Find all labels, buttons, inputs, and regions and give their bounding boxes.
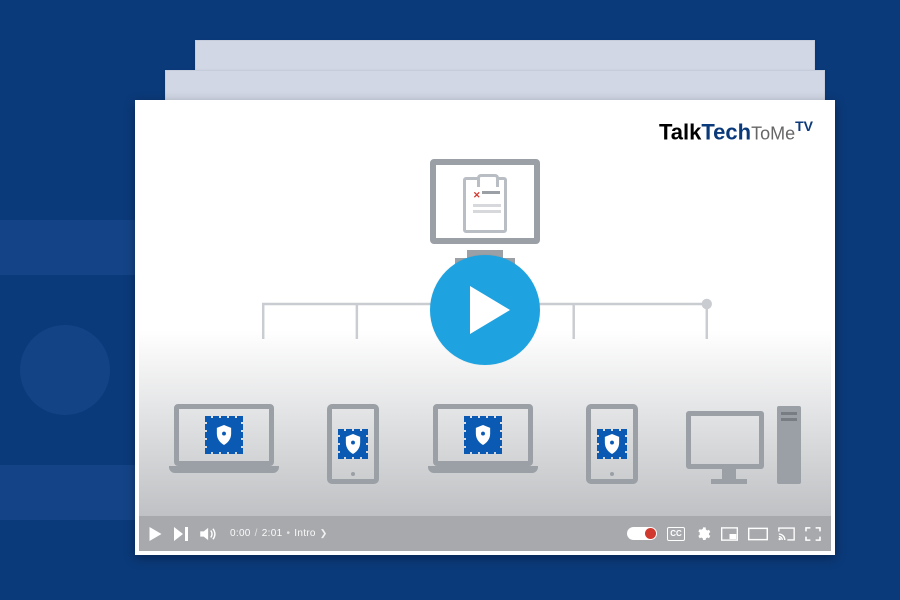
theater-button[interactable] — [748, 527, 768, 541]
endpoint-row — [169, 364, 801, 484]
current-time: 0:00 — [230, 528, 251, 539]
brand-part-2: Tech — [701, 119, 751, 144]
brand-part-4: TV — [795, 118, 813, 134]
chevron-right-icon: ❯ — [320, 528, 328, 539]
clipboard-x-mark: ✕ — [473, 190, 481, 201]
cc-icon: CC — [667, 527, 685, 541]
tablet-icon — [327, 404, 379, 484]
theater-icon — [748, 527, 768, 541]
time-display: 0:00 / 2:01 • Intro ❯ — [230, 528, 328, 539]
miniplayer-button[interactable] — [721, 527, 738, 541]
settings-button[interactable] — [695, 526, 711, 542]
chapter-separator: • — [286, 528, 290, 539]
big-play-button[interactable] — [430, 255, 540, 365]
duration: 2:01 — [262, 528, 283, 539]
play-button[interactable] — [149, 527, 162, 541]
autoplay-toggle[interactable] — [627, 527, 657, 540]
fullscreen-icon — [805, 527, 821, 541]
next-icon — [174, 527, 188, 541]
video-controls: 0:00 / 2:01 • Intro ❯ CC — [139, 516, 831, 551]
clipboard-line — [473, 204, 501, 207]
shield-icon — [599, 431, 625, 457]
tablet-icon — [586, 404, 638, 484]
miniplayer-icon — [721, 527, 738, 541]
time-separator: / — [255, 528, 258, 539]
desktop-icon — [686, 384, 801, 484]
video-card-stack: TalkTechToMeTV ✕ — [135, 40, 835, 520]
volume-icon — [200, 527, 218, 541]
server-monitor-icon: ✕ — [430, 159, 540, 244]
big-play-icon — [470, 286, 510, 334]
clipboard-line — [482, 191, 500, 194]
cc-button[interactable]: CC — [667, 527, 685, 541]
gear-icon — [695, 526, 711, 542]
cast-button[interactable] — [778, 527, 795, 541]
clipboard-icon: ✕ — [463, 177, 507, 233]
shield-icon — [340, 431, 366, 457]
play-icon — [149, 527, 162, 541]
brand-part-1: Talk — [659, 119, 701, 144]
laptop-icon — [428, 404, 538, 484]
cast-icon — [778, 527, 795, 541]
shield-icon — [207, 418, 241, 452]
next-button[interactable] — [174, 527, 188, 541]
shield-icon — [466, 418, 500, 452]
fullscreen-button[interactable] — [805, 527, 821, 541]
video-player: TalkTechToMeTV ✕ — [139, 104, 831, 551]
autoplay-pill — [627, 527, 657, 540]
laptop-icon — [169, 404, 279, 484]
brand-part-3: ToMe — [751, 123, 795, 143]
volume-button[interactable] — [200, 527, 218, 541]
video-card-front: TalkTechToMeTV ✕ — [135, 100, 835, 555]
chapter-name[interactable]: Intro — [294, 528, 316, 539]
brand-logo: TalkTechToMeTV — [659, 118, 813, 145]
clipboard-line — [473, 210, 501, 213]
video-content-area[interactable]: TalkTechToMeTV ✕ — [139, 104, 831, 516]
